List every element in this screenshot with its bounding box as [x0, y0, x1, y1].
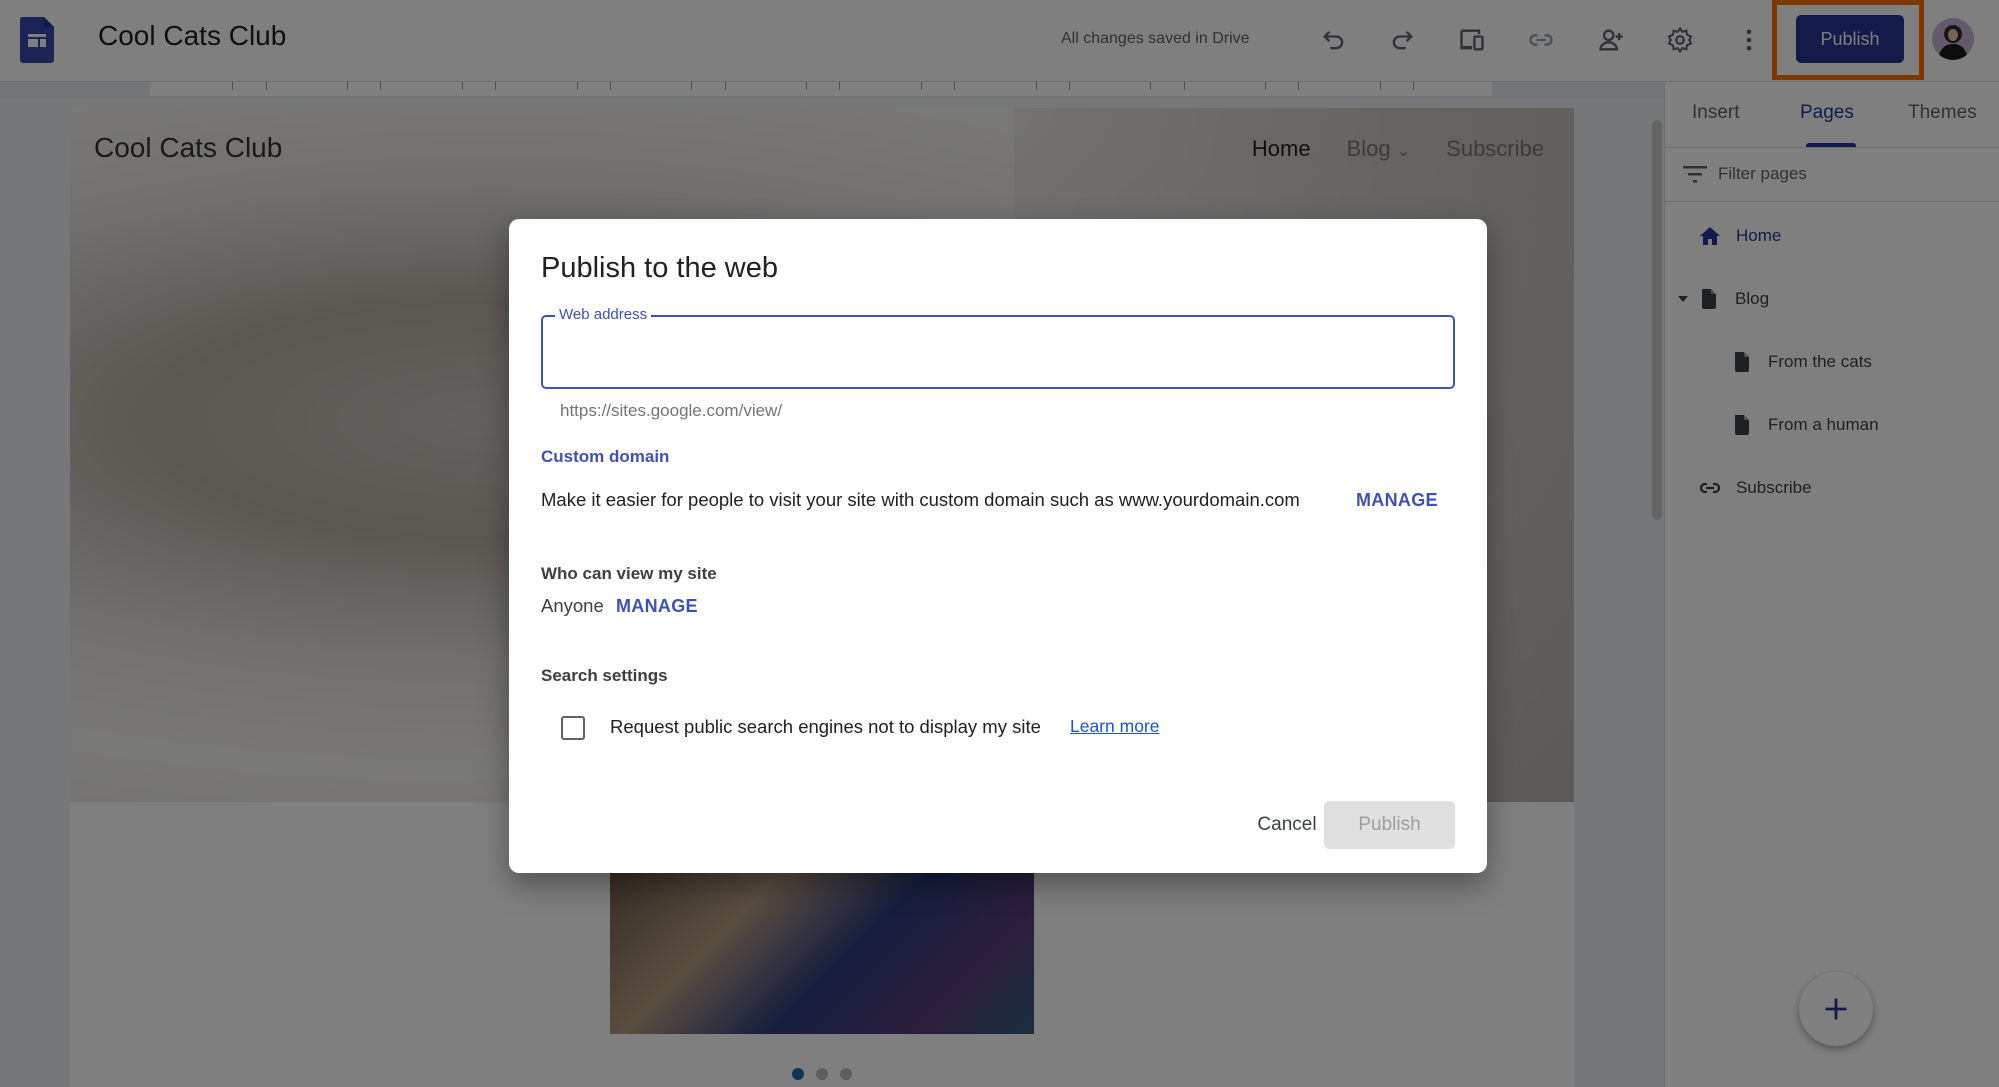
publish-dialog: Publish to the web Web address https://s…	[509, 219, 1487, 873]
manage-visibility-button[interactable]: MANAGE	[616, 596, 698, 617]
who-can-view-heading: Who can view my site	[541, 564, 717, 583]
hide-from-search-checkbox[interactable]	[561, 716, 585, 740]
manage-custom-domain-button[interactable]: MANAGE	[1356, 490, 1438, 511]
web-address-field[interactable]: Web address	[541, 306, 1455, 389]
learn-more-link[interactable]: Learn more	[1070, 716, 1160, 737]
google-sites-editor: Cool Cats Club All changes saved in Driv…	[0, 0, 1999, 1087]
who-can-view-value: Anyone	[541, 595, 604, 616]
dialog-publish-button[interactable]: Publish	[1324, 801, 1455, 849]
custom-domain-heading: Custom domain	[541, 447, 670, 466]
hide-from-search-label[interactable]: Request public search engines not to dis…	[610, 716, 1041, 738]
web-address-label: Web address	[555, 306, 652, 323]
search-settings-heading: Search settings	[541, 666, 668, 685]
dialog-title: Publish to the web	[541, 252, 778, 284]
web-address-input[interactable]	[543, 317, 1453, 387]
custom-domain-description: Make it easier for people to visit your …	[541, 489, 1300, 510]
web-address-hint: https://sites.google.com/view/	[560, 401, 783, 420]
